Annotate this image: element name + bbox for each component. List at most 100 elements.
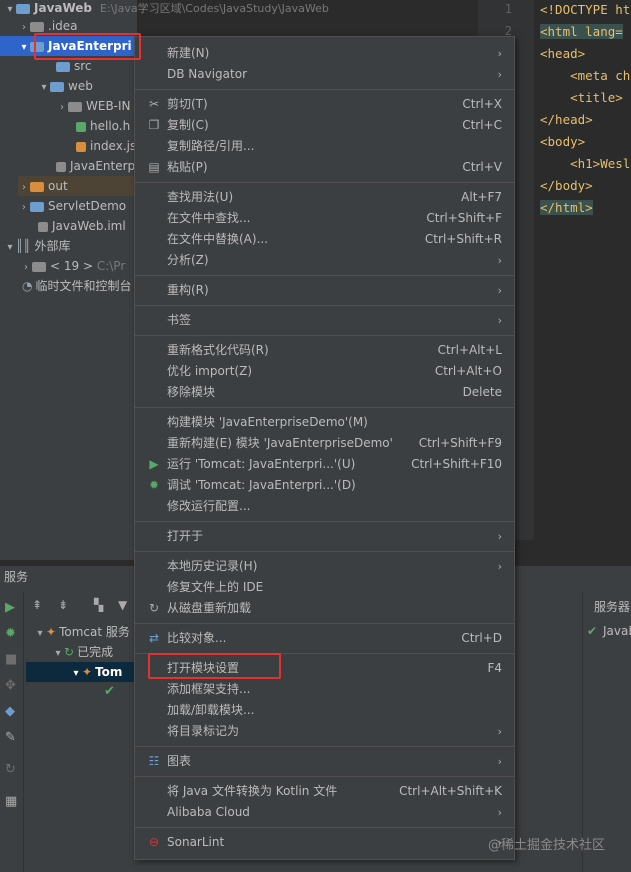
web-folder-icon [50,81,64,92]
tomcat-icon: ✦ [46,625,57,639]
chevron-down-icon[interactable]: ▾ [4,238,16,258]
menu-item-label: 在文件中查找... [167,211,251,225]
tree-item-label: 已完成 [77,645,114,659]
menu-item-alibaba-cloud[interactable]: Alibaba Cloud › [135,802,514,823]
menu-item-copy-path[interactable]: 复制路径/引用... [135,136,514,157]
menu-item-label: 在文件中替换(A)... [167,232,269,246]
tree-item-external-libs[interactable]: ▾ ║║ 外部库 [4,236,70,256]
tree-item-label: 临时文件和控制台 [35,279,132,293]
debug-icon[interactable]: ✹ [5,626,16,641]
submenu-arrow-icon: › [497,314,502,327]
group-icon[interactable]: ▚ [94,598,103,612]
layout-icon[interactable]: ▦ [5,794,17,809]
settings-icon[interactable]: ◆ [5,704,15,719]
services-tree-finished[interactable]: ▾ ↻ 已完成 [52,642,113,662]
menu-item-refactor[interactable]: 重构(R) › [135,280,514,301]
chevron-down-icon[interactable]: ▾ [34,624,46,644]
menu-item-new[interactable]: 新建(N) › [135,43,514,64]
menu-item-find-usages[interactable]: 查找用法(U) Alt+F7 [135,187,514,208]
menu-separator [135,776,514,777]
menu-item-analyze[interactable]: 分析(Z) › [135,250,514,271]
paste-icon: ▤ [148,160,160,174]
chevron-down-icon[interactable]: ▾ [70,664,82,684]
menu-item-sonarlint[interactable]: ⊖ SonarLint › [135,832,514,853]
tree-item-scratches[interactable]: ◔ 临时文件和控制台 [22,276,132,296]
menu-item-load-unload-modules[interactable]: 加载/卸载模块... [135,700,514,721]
tree-item-label: Tomcat 服务 [59,625,130,639]
menu-item-copy[interactable]: ❐ 复制(C) Ctrl+C [135,115,514,136]
refresh-icon[interactable]: ↻ [5,762,16,777]
run-icon[interactable]: ▶ [5,600,15,615]
menu-item-label: 加载/卸载模块... [167,703,255,717]
tree-item-label: hello.h [90,119,131,133]
menu-item-debug-tomcat[interactable]: ✹ 调试 'Tomcat: JavaEnterpri...'(D) [135,475,514,496]
menu-item-reformat-code[interactable]: 重新格式化代码(R) Ctrl+Alt+L [135,340,514,361]
collapse-all-icon[interactable]: ⇟ [58,598,68,612]
tree-item-index[interactable]: index.js [76,136,136,156]
menu-separator [135,407,514,408]
services-tree-tomcat-instance[interactable]: ▾ ✦ Tom [26,662,134,682]
services-toolbar: ▶ ✹ ■ ✥ ◆ ✎ ↻ ▦ [0,592,24,872]
menu-item-compare-with[interactable]: ⇄ 比较对象... Ctrl+D [135,628,514,649]
chevron-down-icon[interactable]: ▾ [4,0,16,20]
code-line: <h1>Wesl [540,156,631,171]
menu-item-label: 粘贴(P) [167,160,208,174]
menu-item-replace-in-files[interactable]: 在文件中替换(A)... Ctrl+Shift+R [135,229,514,250]
menu-item-convert-to-kotlin[interactable]: 将 Java 文件转换为 Kotlin 文件 Ctrl+Alt+Shift+K [135,781,514,802]
menu-item-label: 将目录标记为 [167,724,240,738]
menu-item-cut[interactable]: ✂ 剪切(T) Ctrl+X [135,94,514,115]
menu-item-optimize-imports[interactable]: 优化 import(Z) Ctrl+Alt+O [135,361,514,382]
menu-item-find-in-files[interactable]: 在文件中查找... Ctrl+Shift+F [135,208,514,229]
menu-item-diagrams[interactable]: ☷ 图表 › [135,751,514,772]
tree-item-javaweb-iml[interactable]: JavaWeb.iml [38,216,126,236]
chevron-right-icon[interactable]: › [18,198,30,218]
deploy-icon[interactable]: ✥ [5,678,16,693]
tree-item-out[interactable]: › out [18,176,137,196]
menu-item-label: 从磁盘重新加载 [167,601,252,615]
menu-item-open-in[interactable]: 打开于 › [135,526,514,547]
tree-item-hello[interactable]: hello.h [76,116,130,136]
menu-item-modify-run-config[interactable]: 修改运行配置... [135,496,514,517]
chevron-down-icon[interactable]: ▾ [18,38,30,58]
menu-item-rebuild-module[interactable]: 重新构建(E) 模块 'JavaEnterpriseDemo' Ctrl+Shif… [135,433,514,454]
menu-item-remove-module[interactable]: 移除模块 Delete [135,382,514,403]
filter-icon[interactable]: ▼ [118,598,127,612]
reload-icon: ↻ [148,601,160,615]
wrench-icon[interactable]: ✎ [5,730,16,745]
tree-item-servletdemo[interactable]: › ServletDemo [18,196,126,216]
chevron-right-icon[interactable]: › [18,18,30,38]
menu-item-db-navigator[interactable]: DB Navigator › [135,64,514,85]
menu-item-mark-directory-as[interactable]: 将目录标记为 › [135,721,514,742]
tree-item-label: 外部库 [34,239,71,253]
chevron-right-icon[interactable]: › [56,98,68,118]
menu-item-bookmarks[interactable]: 书签 › [135,310,514,331]
menu-item-add-framework-support[interactable]: 添加框架支持... [135,679,514,700]
tree-item-web[interactable]: ▾ web [38,76,92,98]
tree-item-label: Tom [95,665,123,679]
highlight-box-module [34,33,141,60]
services-tree-tomcat[interactable]: ▾ ✦ Tomcat 服务 [34,622,130,644]
chevron-right-icon[interactable]: › [18,178,30,198]
menu-item-paste[interactable]: ▤ 粘贴(P) Ctrl+V [135,157,514,178]
code-editor[interactable]: <!DOCTYPE ht <html lang= <head> <meta ch… [534,0,631,540]
menu-item-build-module[interactable]: 构建模块 'JavaEnterpriseDemo'(M) [135,412,514,433]
code-line: </head> [540,112,593,127]
menu-item-label: SonarLint [167,835,225,849]
stop-icon[interactable]: ■ [5,652,17,667]
server-item-label[interactable]: JavaE [603,624,631,638]
menu-item-run-tomcat[interactable]: ▶ 运行 'Tomcat: JavaEnterpri...'(U) Ctrl+Shi… [135,454,514,475]
chevron-down-icon[interactable]: ▾ [52,644,64,664]
submenu-arrow-icon: › [497,68,502,81]
chevron-down-icon[interactable]: ▾ [38,78,50,98]
tree-item-web-inf[interactable]: › WEB-IN [56,96,131,116]
menu-item-reload-from-disk[interactable]: ↻ 从磁盘重新加载 [135,598,514,619]
menu-item-label: 重新格式化代码(R) [167,343,269,357]
chevron-right-icon[interactable]: › [20,258,32,278]
tree-item-label: JavaWeb.iml [52,219,126,233]
tree-item-iml[interactable]: JavaEnterp [56,156,135,176]
menu-item-local-history[interactable]: 本地历史记录(H) › [135,556,514,577]
tree-item-jdk[interactable]: › < 19 > C:\Pr [20,256,125,276]
expand-all-icon[interactable]: ⇞ [32,598,42,612]
menu-separator [135,335,514,336]
menu-item-repair-ide[interactable]: 修复文件上的 IDE [135,577,514,598]
